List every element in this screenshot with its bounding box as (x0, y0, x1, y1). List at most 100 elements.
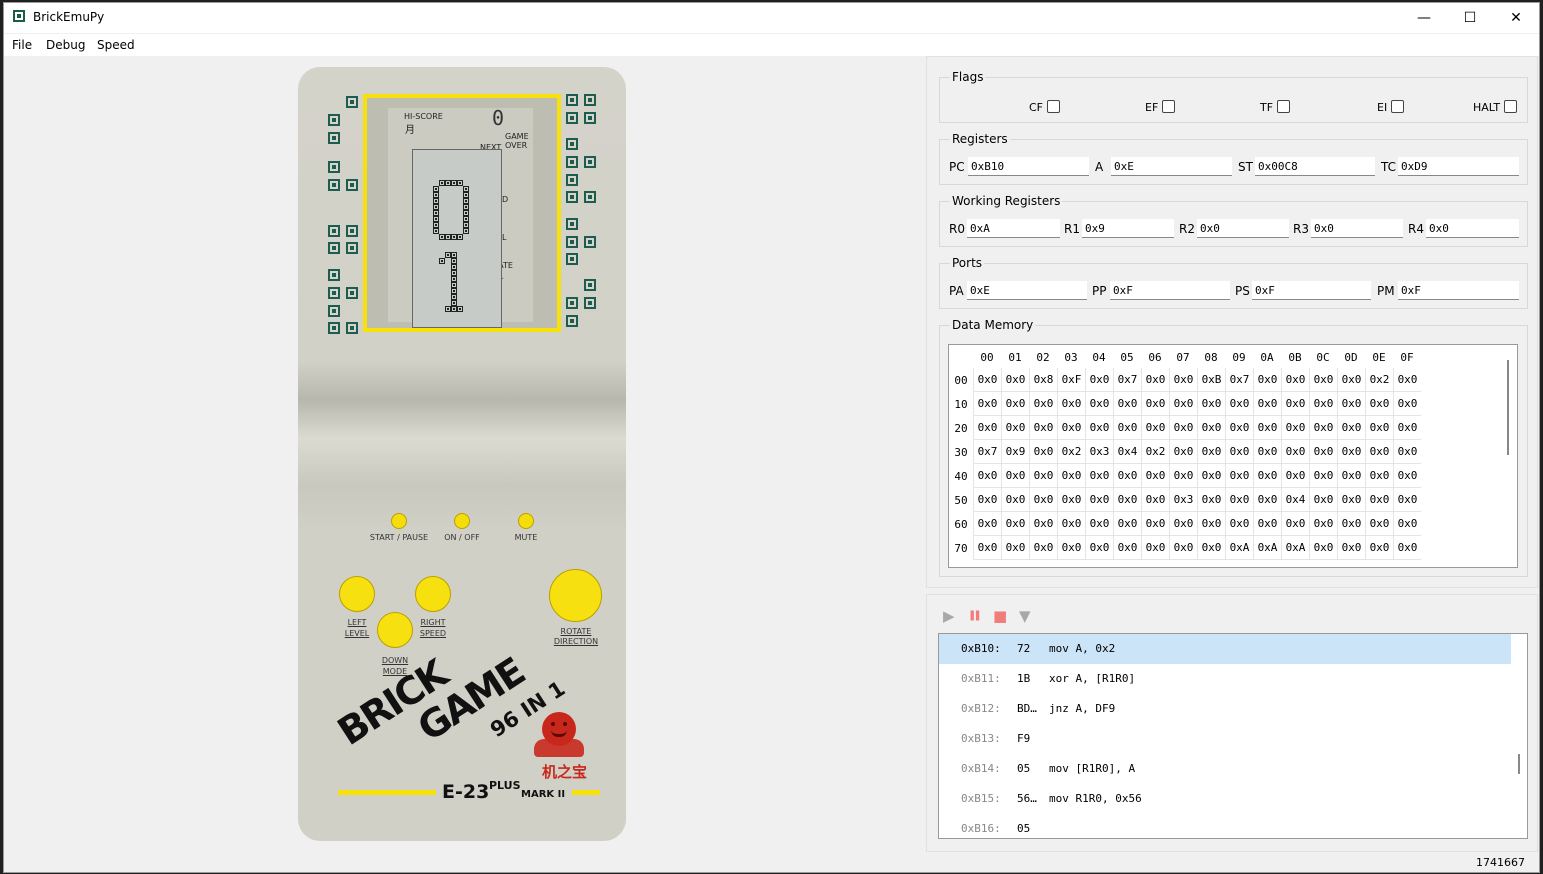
memory-cell[interactable]: 0x0 (1393, 368, 1421, 392)
memory-cell[interactable]: 0x0 (1309, 440, 1337, 464)
memory-cell[interactable]: 0x0 (1253, 440, 1281, 464)
on-off-button[interactable] (454, 513, 470, 529)
port-ps-field[interactable]: 0xF (1252, 281, 1371, 300)
memory-cell[interactable]: 0x0 (1029, 416, 1057, 440)
memory-cell[interactable]: 0x0 (1309, 536, 1337, 560)
flag-halt-checkbox[interactable] (1504, 100, 1518, 113)
memory-cell[interactable]: 0x0 (1365, 464, 1393, 488)
memory-cell[interactable]: 0x4 (1281, 488, 1309, 512)
reg-tc-field[interactable]: 0xD9 (1398, 157, 1519, 176)
memory-cell[interactable]: 0x0 (1057, 464, 1085, 488)
mute-button[interactable] (518, 513, 534, 529)
reg-r4-field[interactable]: 0x0 (1426, 219, 1519, 238)
memory-cell[interactable]: 0x0 (1029, 536, 1057, 560)
flag-ei-checkbox[interactable] (1391, 100, 1405, 113)
memory-cell[interactable]: 0x0 (1225, 440, 1253, 464)
memory-cell[interactable]: 0x0 (1393, 440, 1421, 464)
flag-halt[interactable]: HALT (1473, 100, 1518, 114)
memory-cell[interactable]: 0x0 (1309, 368, 1337, 392)
memory-cell[interactable]: 0x0 (1169, 464, 1197, 488)
memory-cell[interactable]: 0x0 (1001, 368, 1029, 392)
memory-cell[interactable]: 0x0 (1113, 392, 1141, 416)
left-level-button[interactable] (339, 576, 375, 612)
memory-cell[interactable]: 0x0 (1029, 392, 1057, 416)
memory-cell[interactable]: 0x0 (1029, 440, 1057, 464)
flag-ef[interactable]: EF (1145, 100, 1176, 114)
memory-cell[interactable]: 0x0 (1225, 512, 1253, 536)
memory-cell[interactable]: 0x0 (1281, 440, 1309, 464)
memory-cell[interactable]: 0x0 (1393, 536, 1421, 560)
memory-cell[interactable]: 0x0 (1393, 464, 1421, 488)
disasm-line[interactable]: 0xB13: F9 (939, 724, 1511, 754)
minimize-button[interactable]: — (1401, 3, 1447, 33)
memory-cell[interactable]: 0x0 (1365, 440, 1393, 464)
memory-cell[interactable]: 0x0 (1337, 464, 1365, 488)
memory-cell[interactable]: 0x0 (1197, 464, 1225, 488)
reg-r1-field[interactable]: 0x9 (1082, 219, 1174, 238)
memory-cell[interactable]: 0x0 (1029, 488, 1057, 512)
memory-cell[interactable]: 0x0 (1141, 416, 1169, 440)
memory-cell[interactable]: 0x0 (1337, 536, 1365, 560)
memory-cell[interactable]: 0x0 (1197, 416, 1225, 440)
memory-cell[interactable]: 0x0 (1253, 488, 1281, 512)
down-mode-button[interactable] (377, 612, 413, 648)
memory-cell[interactable]: 0x0 (1309, 416, 1337, 440)
memory-cell[interactable]: 0x0 (1393, 512, 1421, 536)
memory-cell[interactable]: 0x0 (1253, 368, 1281, 392)
disasm-line[interactable]: 0xB16: 05 (939, 814, 1511, 838)
port-pp-field[interactable]: 0xF (1110, 281, 1230, 300)
flag-cf[interactable]: CF (1029, 100, 1061, 114)
start-pause-button[interactable] (391, 513, 407, 529)
memory-cell[interactable]: 0x0 (1393, 416, 1421, 440)
close-button[interactable]: ✕ (1493, 3, 1539, 33)
step-icon[interactable]: ▼ (1019, 608, 1035, 624)
memory-cell[interactable]: 0x0 (1029, 464, 1057, 488)
memory-cell[interactable]: 0x0 (1169, 536, 1197, 560)
memory-cell[interactable]: 0x7 (1225, 368, 1253, 392)
memory-cell[interactable]: 0x0 (1253, 392, 1281, 416)
memory-cell[interactable]: 0x0 (1113, 488, 1141, 512)
memory-cell[interactable]: 0x0 (973, 488, 1001, 512)
memory-cell[interactable]: 0x0 (1393, 392, 1421, 416)
disasm-line[interactable]: 0xB11: 1B xor A, [R1R0] (939, 664, 1511, 694)
memory-cell[interactable]: 0x0 (1365, 488, 1393, 512)
flag-cf-checkbox[interactable] (1047, 100, 1061, 113)
memory-cell[interactable]: 0x0 (973, 416, 1001, 440)
memory-cell[interactable]: 0x0 (1281, 368, 1309, 392)
memory-cell[interactable]: 0x0 (1057, 392, 1085, 416)
memory-cell[interactable]: 0x0 (1085, 536, 1113, 560)
memory-cell[interactable]: 0x0 (1085, 464, 1113, 488)
rotate-direction-button[interactable] (549, 569, 602, 622)
play-icon[interactable]: ▶ (943, 608, 959, 624)
memory-cell[interactable]: 0x0 (1225, 416, 1253, 440)
memory-cell[interactable]: 0x0 (1169, 392, 1197, 416)
memory-cell[interactable]: 0x0 (1001, 392, 1029, 416)
memory-cell[interactable]: 0xF (1057, 368, 1085, 392)
memory-cell[interactable]: 0x0 (1365, 416, 1393, 440)
disassembly-view[interactable]: 0xB10: 72 mov A, 0x2 0xB11: 1B xor A, [R1R0] 0… (938, 633, 1528, 839)
memory-cell[interactable]: 0x0 (1057, 536, 1085, 560)
stop-icon[interactable]: ■ (993, 608, 1009, 624)
memory-cell[interactable]: 0x0 (1085, 512, 1113, 536)
memory-cell[interactable]: 0xA (1253, 536, 1281, 560)
memory-cell[interactable]: 0x0 (1001, 464, 1029, 488)
maximize-button[interactable]: ☐ (1447, 3, 1493, 33)
memory-cell[interactable]: 0x0 (973, 536, 1001, 560)
memory-cell[interactable]: 0x0 (1001, 488, 1029, 512)
memory-cell[interactable]: 0x0 (1141, 368, 1169, 392)
disasm-line[interactable]: 0xB14: 05 mov [R1R0], A (939, 754, 1511, 784)
right-speed-button[interactable] (415, 576, 451, 612)
reg-pc-field[interactable]: 0xB10 (968, 157, 1089, 176)
memory-cell[interactable]: 0x3 (1169, 488, 1197, 512)
memory-cell[interactable]: 0x0 (973, 368, 1001, 392)
reg-r3-field[interactable]: 0x0 (1311, 219, 1403, 238)
memory-cell[interactable]: 0x0 (1309, 512, 1337, 536)
memory-cell[interactable]: 0x0 (1337, 440, 1365, 464)
menu-debug[interactable]: Debug (46, 38, 85, 52)
memory-cell[interactable]: 0x0 (1197, 392, 1225, 416)
memory-cell[interactable]: 0x0 (1169, 368, 1197, 392)
memory-cell[interactable]: 0x0 (1001, 416, 1029, 440)
memory-cell[interactable]: 0x2 (1365, 368, 1393, 392)
memory-cell[interactable]: 0x0 (1309, 464, 1337, 488)
disasm-scrollbar[interactable] (1518, 754, 1520, 774)
